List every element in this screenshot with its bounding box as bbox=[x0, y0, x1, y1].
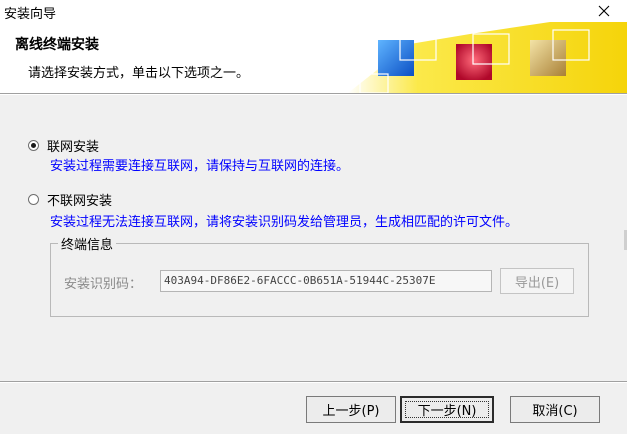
header-banner-image bbox=[348, 22, 627, 93]
wizard-header: 离线终端安装 请选择安装方式，单击以下选项之一。 bbox=[0, 22, 627, 93]
back-button[interactable]: 上一步(P) bbox=[306, 396, 396, 423]
footer-divider bbox=[0, 381, 627, 383]
option-online-install[interactable]: 联网安装 bbox=[28, 136, 99, 155]
radio-icon[interactable] bbox=[28, 140, 39, 151]
title-bar: 安装向导 bbox=[0, 0, 627, 22]
next-button[interactable]: 下一步(N) bbox=[400, 396, 494, 423]
radio-icon[interactable] bbox=[28, 194, 39, 205]
close-icon bbox=[598, 5, 610, 17]
header-subtitle: 请选择安装方式，单击以下选项之一。 bbox=[28, 66, 250, 81]
header-divider bbox=[0, 93, 627, 95]
install-code-field[interactable]: 403A94-DF86E2-6FACCC-0B651A-51944C-25307… bbox=[160, 270, 492, 292]
install-code-label: 安装识别码： bbox=[64, 277, 143, 292]
group-legend: 终端信息 bbox=[58, 234, 117, 253]
option-label: 不联网安装 bbox=[47, 194, 113, 209]
option-description: 安装过程无法连接互联网，请将安装识别码发给管理员，生成相匹配的许可文件。 bbox=[50, 215, 519, 230]
window-title: 安装向导 bbox=[4, 7, 57, 22]
header-title: 离线终端安装 bbox=[15, 37, 99, 53]
cancel-button[interactable]: 取消(C) bbox=[510, 396, 600, 423]
option-label: 联网安装 bbox=[47, 140, 100, 155]
export-button[interactable]: 导出(E) bbox=[500, 268, 574, 294]
option-description: 安装过程需要连接互联网，请保持与互联网的连接。 bbox=[50, 159, 350, 174]
option-offline-install[interactable]: 不联网安装 bbox=[28, 190, 112, 209]
close-button[interactable] bbox=[581, 0, 627, 22]
